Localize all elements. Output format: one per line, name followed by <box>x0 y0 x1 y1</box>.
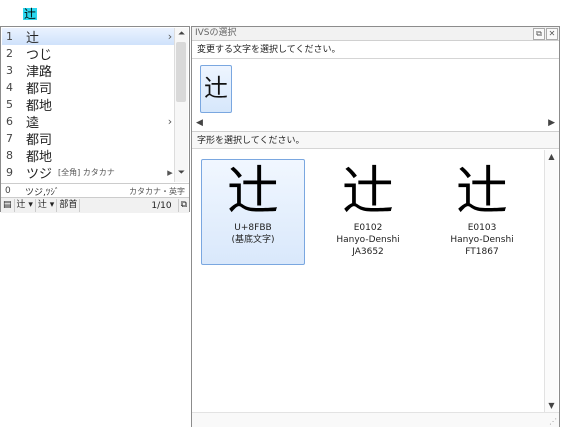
glyph-code: E0103 <box>467 223 497 233</box>
ivs-titlebar: IVSの選択 ⧉ ✕ <box>192 27 559 41</box>
instruction-select-character: 変更する文字を選択してください。 <box>192 41 559 59</box>
candidate-text: ツジ <box>26 167 53 182</box>
scroll-left-icon[interactable]: ◀ <box>196 118 203 128</box>
window-title: IVSの選択 <box>195 28 237 38</box>
glyph-collection: Hanyo-Denshi <box>336 235 400 245</box>
candidate-number: 2 <box>6 47 13 60</box>
candidate-number: 7 <box>6 132 13 145</box>
page-indicator: 1/10 <box>151 200 172 211</box>
scroll-up-icon[interactable]: ▲ <box>545 152 558 161</box>
toolbar-item-radical[interactable]: 部首 <box>57 199 81 212</box>
candidate-number: 4 <box>6 81 13 94</box>
close-icon[interactable]: ✕ <box>546 28 558 40</box>
candidate-number: 6 <box>6 115 13 128</box>
candidate-row-3[interactable]: 3 津路 <box>2 62 176 80</box>
toolbar-item-kanji-2[interactable]: 辻 ▾ <box>36 199 58 212</box>
glyph-option-base[interactable]: 辻 U+8FBB (基底文字) <box>201 159 305 265</box>
glyph-character: 辻 <box>341 162 394 222</box>
instruction-select-glyph: 字形を選択してください。 <box>192 131 559 149</box>
reading-number: 0 <box>5 186 11 196</box>
glyph-code: U+8FBB <box>234 223 272 233</box>
candidate-row-6[interactable]: 6 逵 › <box>2 113 176 131</box>
reading-note: カタカナ・英字 <box>129 186 185 196</box>
candidate-number: 8 <box>6 149 13 162</box>
candidate-row-5[interactable]: 5 都地 <box>2 96 176 114</box>
scroll-right-icon[interactable]: ▶ <box>548 118 555 128</box>
ivs-window: IVSの選択 ⧉ ✕ 変更する文字を選択してください。 辻 ◀ ▶ 字形を選択し… <box>191 26 560 427</box>
expand-icon[interactable]: ⧉ <box>177 199 189 212</box>
reading-text: ツジ,ﾂｼﾞ <box>25 187 60 198</box>
candidate-row-2[interactable]: 2 つじ <box>2 45 176 63</box>
scroll-thumb[interactable] <box>176 42 186 102</box>
candidate-toolbar: ▤ 辻 ▾ 辻 ▾ 部首 1/10 ⧉ <box>1 197 189 213</box>
scroll-top-icon[interactable]: ⏶ <box>175 29 188 39</box>
candidate-number: 9 <box>6 166 13 179</box>
glyph-collection: Hanyo-Denshi <box>450 235 514 245</box>
glyph-option-e0102[interactable]: 辻 E0102 Hanyo-Denshi JA3652 <box>316 159 420 265</box>
scroll-bottom-icon[interactable]: ⏷ <box>175 168 188 178</box>
reading-row[interactable]: 0 ツジ,ﾂｼﾞ カタカナ・英字 <box>1 183 189 198</box>
candidate-number: 1 <box>6 30 13 43</box>
vertical-scrollbar[interactable]: ▲ ▼ <box>544 150 558 412</box>
candidate-row-7[interactable]: 7 都司 <box>2 130 176 148</box>
inline-conversion-text: 辻 <box>23 7 38 21</box>
candidate-row-1[interactable]: 1 辻 › <box>2 28 176 46</box>
glyph-id: JA3652 <box>352 247 384 257</box>
glyph-character: 辻 <box>455 162 508 222</box>
glyph-collection: (基底文字) <box>231 235 275 245</box>
document-icon[interactable]: ▤ <box>1 199 15 212</box>
restore-icon[interactable]: ⧉ <box>533 28 545 40</box>
glyph-code: E0102 <box>353 223 383 233</box>
candidate-note: [全角] カタカナ <box>58 168 115 177</box>
candidate-row-8[interactable]: 8 都地 <box>2 147 176 165</box>
glyph-option-e0103[interactable]: 辻 E0103 Hanyo-Denshi FT1867 <box>430 159 534 265</box>
candidate-row-4[interactable]: 4 都司 <box>2 79 176 97</box>
horizontal-scrollbar[interactable]: ◀ ▶ <box>192 118 559 129</box>
candidate-number: 3 <box>6 64 13 77</box>
candidate-number: 5 <box>6 98 13 111</box>
scroll-down-icon[interactable]: ▼ <box>545 401 558 410</box>
status-bar: ⋰ <box>192 412 559 427</box>
resize-grip-icon[interactable]: ⋰ <box>549 417 557 426</box>
selected-character-cell[interactable]: 辻 <box>200 65 232 113</box>
candidate-scrollbar[interactable]: ⏶ ⏷ <box>174 28 188 182</box>
glyph-id: FT1867 <box>465 247 499 257</box>
candidate-window: 1 辻 › 2 つじ 3 津路 4 都司 5 都地 6 逵 › 7 都司 8 都… <box>0 26 190 213</box>
candidate-row-9[interactable]: 9 ツジ [全角] カタカナ ▸ <box>2 164 176 182</box>
glyph-character: 辻 <box>226 162 279 222</box>
toolbar-item-kanji[interactable]: 辻 ▾ <box>15 199 36 212</box>
